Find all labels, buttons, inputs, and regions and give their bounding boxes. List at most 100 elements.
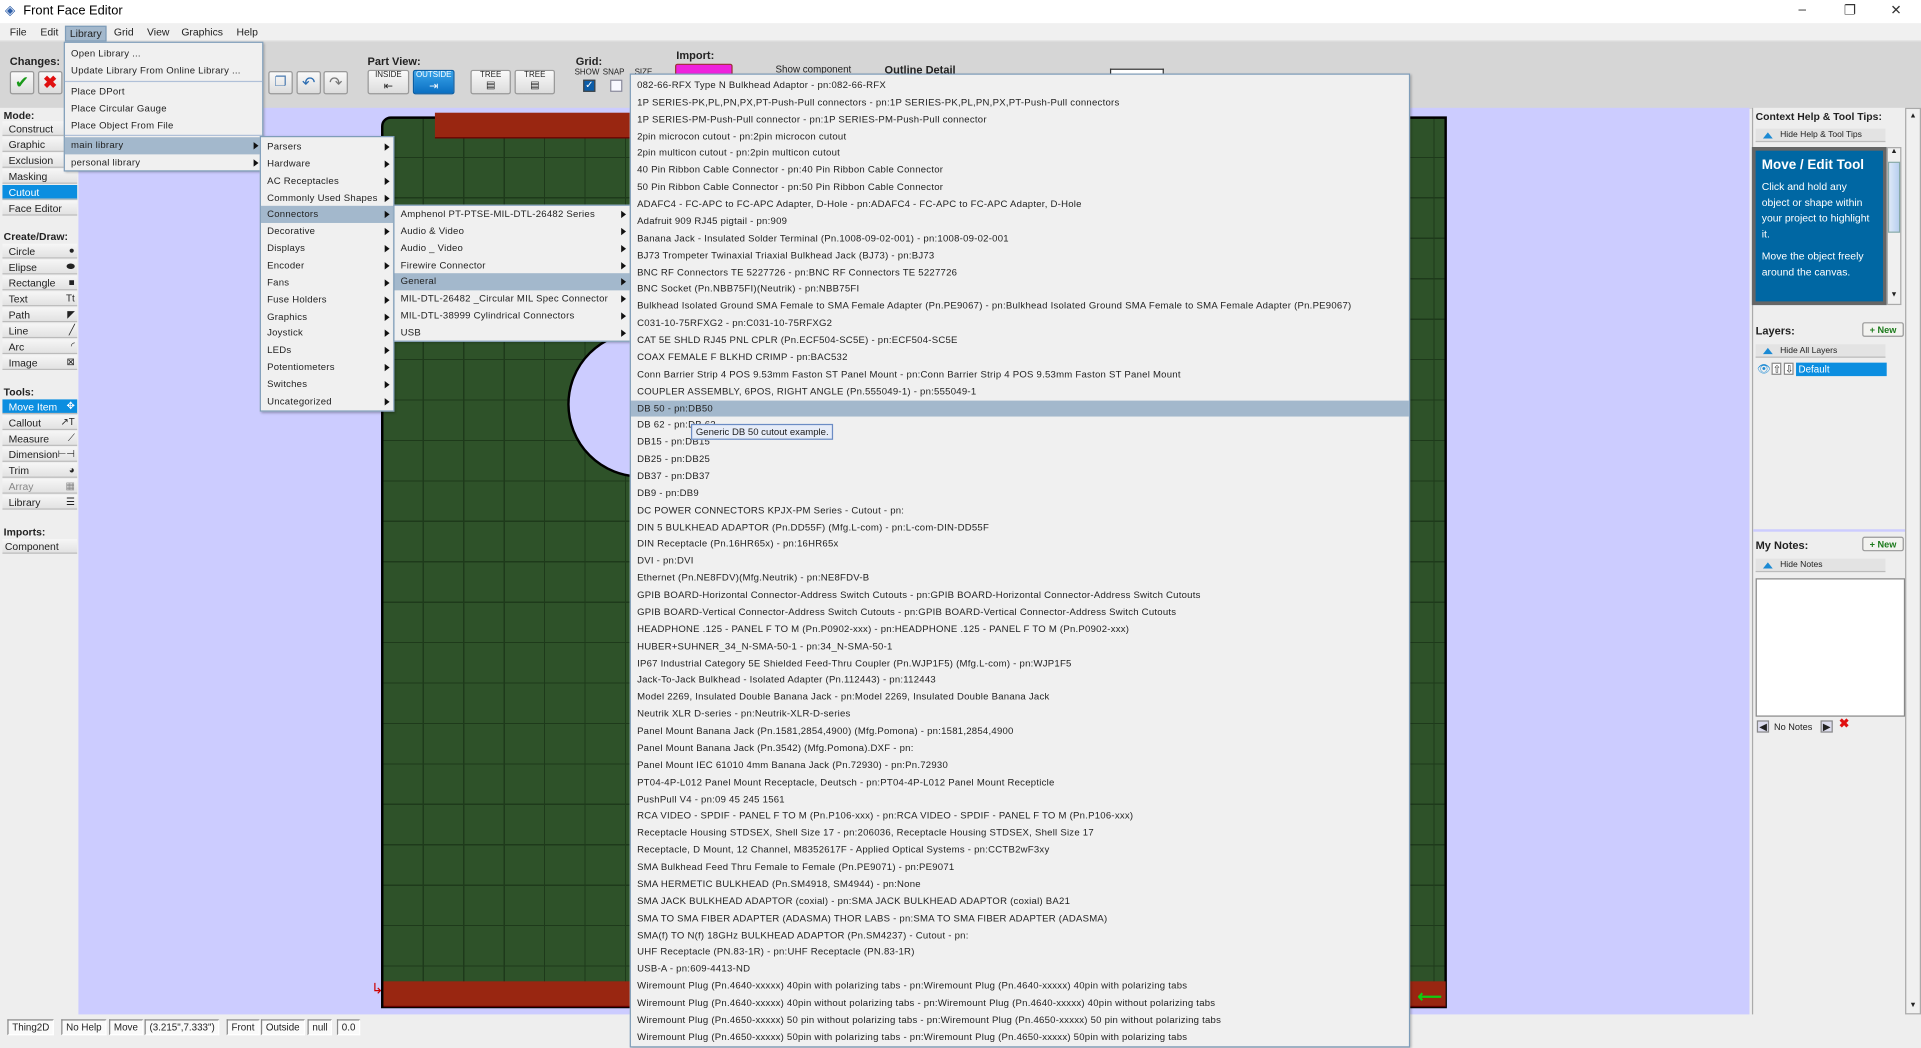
menu-item-bulkhead-isolated-ground-sma-female-to-s[interactable]: Bulkhead Isolated Ground SMA Female to S…: [631, 298, 1409, 315]
menu-item-c031-10-75rfxg2-pn-c031-10-75rfxg2[interactable]: C031-10-75RFXG2 - pn:C031-10-75RFXG2: [631, 315, 1409, 332]
menu-item-sma-to-sma-fiber-adapter-adasma-thor-lab[interactable]: SMA TO SMA FIBER ADAPTER (ADASMA) THOR L…: [631, 910, 1409, 927]
menu-item-din-receptacle-pn-16hr65x-pn-16hr65x[interactable]: DIN Receptacle (Pn.16HR65x) - pn:16HR65x: [631, 536, 1409, 553]
menu-item-gpib-board-vertical-connector-address-sw[interactable]: GPIB BOARD-Vertical Connector-Address Sw…: [631, 604, 1409, 621]
menu-item-hardware[interactable]: Hardware: [261, 155, 393, 172]
scroll-up-icon[interactable]: ▲: [1888, 148, 1900, 160]
menu-item-receptacle-d-mount-12-channel-m8352617f-[interactable]: Receptacle, D Mount, 12 Channel, M835261…: [631, 842, 1409, 859]
tool-callout-button[interactable]: Callout ↗T: [2, 415, 78, 431]
menu-help[interactable]: Help: [233, 26, 262, 42]
menu-item-din-5-bulkhead-adaptor-pn-dd55f-mfg-l-co[interactable]: DIN 5 BULKHEAD ADAPTOR (Pn.DD55F) (Mfg.L…: [631, 519, 1409, 536]
menu-item-parsers[interactable]: Parsers: [261, 138, 393, 155]
draw-elipse-button[interactable]: Elipse ⬬: [2, 259, 78, 275]
hide-layers-toggle[interactable]: Hide All Layers: [1755, 344, 1886, 358]
tool-measure-button[interactable]: Measure ⟋: [2, 431, 78, 446]
menu-item-coax-female-f-blkhd-crimp-pn-bac532[interactable]: COAX FEMALE F BLKHD CRIMP - pn:BAC532: [631, 349, 1409, 366]
menu-item-2pin-microcon-cutout-pn-2pin-microcon-cu[interactable]: 2pin microcon cutout - pn:2pin microcon …: [631, 128, 1409, 145]
menu-item-bj73-trompeter-twinaxial-triaxial-bulkhe[interactable]: BJ73 Trompeter Twinaxial Triaxial Bulkhe…: [631, 247, 1409, 264]
menu-item-sma-jack-bulkhead-adaptor-coxial-pn-sma-[interactable]: SMA JACK BULKHEAD ADAPTOR (coxial) - pn:…: [631, 893, 1409, 910]
draw-image-button[interactable]: Image ⊠: [2, 355, 78, 370]
right-panel-scrollbar[interactable]: ▲ ▼: [1905, 107, 1921, 1015]
menu-item-sma-hermetic-bulkhead-pn-sm4918-sm4944-p[interactable]: SMA HERMETIC BULKHEAD (Pn.SM4918, SM4944…: [631, 876, 1409, 893]
menu-item-2pin-multicon-cutout-pn-2pin-multicon-cu[interactable]: 2pin multicon cutout - pn:2pin multicon …: [631, 145, 1409, 162]
menu-item-encoder[interactable]: Encoder: [261, 257, 393, 274]
menu-item-amphenol-pt-ptse-mil-dtl-26482-series[interactable]: Amphenol PT-PTSE-MIL-DTL-26482 Series: [394, 206, 629, 223]
menu-item-ac-receptacles[interactable]: AC Receptacles: [261, 172, 393, 189]
menu-item-db-50-pn-db50[interactable]: DB 50 - pn:DB50: [630, 400, 1409, 417]
grid-show-checkbox[interactable]: ✓: [583, 79, 596, 92]
scroll-down-icon[interactable]: ▼: [1906, 998, 1919, 1013]
menu-item-switches[interactable]: Switches: [261, 376, 393, 393]
menu-item-decorative[interactable]: Decorative: [261, 223, 393, 240]
menu-item-ip67-industrial-category-5e-shielded-fee[interactable]: IP67 Industrial Category 5E Shielded Fee…: [631, 655, 1409, 672]
menu-item-adafruit-909-rj45-pigtail-pn-909[interactable]: Adafruit 909 RJ45 pigtail - pn:909: [631, 213, 1409, 230]
next-note-button[interactable]: ▶: [1820, 720, 1833, 733]
menu-item-model-2269-insulated-double-banana-jack-[interactable]: Model 2269, Insulated Double Banana Jack…: [631, 689, 1409, 706]
menu-item-potentiometers[interactable]: Potentiometers: [261, 359, 393, 376]
hide-notes-toggle[interactable]: Hide Notes: [1755, 558, 1886, 573]
tool-library-button[interactable]: Library ☰: [2, 494, 78, 510]
menu-item-graphics[interactable]: Graphics: [261, 308, 393, 325]
menu-item-headphone-125-panel-f-to-m-pn-p0902-xxx-[interactable]: HEADPHONE .125 - PANEL F TO M (Pn.P0902-…: [631, 621, 1409, 638]
help-scrollbar[interactable]: ▲ ▼: [1886, 147, 1902, 306]
menu-item-adafc4-fc-apc-to-fc-apc-adapter-d-hole-p[interactable]: ADAFC4 - FC-APC to FC-APC Adapter, D-Hol…: [631, 196, 1409, 213]
menu-item-place-dport[interactable]: Place DPort: [65, 83, 262, 100]
delete-note-button[interactable]: ✖: [1839, 718, 1849, 731]
eye-icon[interactable]: 👁: [1757, 363, 1771, 376]
notes-textarea[interactable]: [1755, 578, 1906, 717]
menu-item-dc-power-connectors-kpjx-pm-series-cutou[interactable]: DC POWER CONNECTORS KPJX-PM Series - Cut…: [631, 502, 1409, 519]
menu-item-connectors[interactable]: Connectors: [260, 206, 394, 224]
minimize-button[interactable]: –: [1798, 2, 1806, 17]
menu-edit[interactable]: Edit: [37, 26, 62, 42]
draw-rectangle-button[interactable]: Rectangle ■: [2, 275, 78, 291]
prev-note-button[interactable]: ◀: [1756, 720, 1770, 733]
scroll-down-icon[interactable]: ▼: [1888, 292, 1900, 304]
menu-item-neutrik-xlr-d-series-pn-neutrik-xlr-d-se[interactable]: Neutrik XLR D-series - pn:Neutrik-XLR-D-…: [631, 706, 1409, 723]
menu-view[interactable]: View: [143, 26, 173, 42]
menu-item-fuse-holders[interactable]: Fuse Holders: [261, 291, 393, 308]
menu-item-wiremount-plug-pn-4650-xxxxx-50-pin-with[interactable]: Wiremount Plug (Pn.4650-xxxxx) 50 pin wi…: [631, 1012, 1409, 1029]
menu-item-audio-video[interactable]: Audio _ Video: [394, 240, 629, 257]
menu-item-082-66-rfx-type-n-bulkhead-adaptor-pn-08[interactable]: 082-66-RFX Type N Bulkhead Adaptor - pn:…: [631, 77, 1409, 94]
layer-down-icon[interactable]: ⇩: [1783, 362, 1794, 375]
menu-item-commonly-used-shapes[interactable]: Commonly Used Shapes: [261, 189, 393, 206]
maximize-button[interactable]: ❐: [1844, 2, 1856, 19]
menu-item-panel-mount-banana-jack-pn-1581-2854-490[interactable]: Panel Mount Banana Jack (Pn.1581,2854,49…: [631, 723, 1409, 740]
copy-button[interactable]: ❐: [268, 71, 293, 95]
menu-item-cat-5e-shld-rj45-pnl-cplr-pn-ecf504-sc5e[interactable]: CAT 5E SHLD RJ45 PNL CPLR (Pn.ECF504-SC5…: [631, 332, 1409, 349]
menu-item-receptacle-housing-stdsex-shell-size-17-[interactable]: Receptacle Housing STDSEX, Shell Size 17…: [631, 825, 1409, 842]
menu-item-banana-jack-insulated-solder-terminal-pn[interactable]: Banana Jack - Insulated Solder Terminal …: [631, 230, 1409, 247]
menu-item-mil-dtl-38999-cylindrical-connectors[interactable]: MIL-DTL-38999 Cylindrical Connectors: [394, 308, 629, 325]
close-button[interactable]: ✕: [1890, 2, 1901, 19]
menu-item-huber-suhner-34-n-sma-50-1-pn-34-n-sma-5[interactable]: HUBER+SUHNER_34_N-SMA-50-1 - pn:34_N-SMA…: [631, 638, 1409, 655]
menu-item-rca-video-spdif-panel-f-to-m-pn-p106-xxx[interactable]: RCA VIDEO - SPDIF - PANEL F TO M (Pn.P10…: [631, 808, 1409, 825]
menu-item-usb-a-pn-609-4413-nd[interactable]: USB-A - pn:609-4413-ND: [631, 961, 1409, 978]
menu-item-main-library[interactable]: main library: [64, 137, 263, 155]
menu-file[interactable]: File: [6, 26, 30, 42]
tree-button-2[interactable]: TREE ▤: [514, 69, 555, 95]
menu-item-wiremount-plug-pn-4650-xxxxx-50pin-with-[interactable]: Wiremount Plug (Pn.4650-xxxxx) 50pin wit…: [631, 1029, 1409, 1046]
red-cutout-bottom[interactable]: [383, 981, 631, 1008]
menu-item-wiremount-plug-pn-4640-xxxxx-40pin-with-[interactable]: Wiremount Plug (Pn.4640-xxxxx) 40pin wit…: [631, 978, 1409, 995]
menu-item-uncategorized[interactable]: Uncategorized: [261, 393, 393, 410]
menu-item-update-library-from-online-library[interactable]: Update Library From Online Library ...: [65, 62, 262, 79]
menu-item-place-circular-gauge[interactable]: Place Circular Gauge: [65, 100, 262, 117]
menu-item-dvi-pn-dvi[interactable]: DVI - pn:DVI: [631, 553, 1409, 570]
menu-item-audio-video[interactable]: Audio & Video: [394, 223, 629, 240]
menu-item-jack-to-jack-bulkhead-isolated-adapter-p[interactable]: Jack-To-Jack Bulkhead - Isolated Adapter…: [631, 672, 1409, 689]
draw-line-button[interactable]: Line ╱: [2, 323, 78, 339]
draw-text-button[interactable]: Text Tt: [2, 291, 78, 307]
mode-cutout-button[interactable]: Cutout: [2, 184, 78, 200]
menu-item-leds[interactable]: LEDs: [261, 342, 393, 359]
new-layer-button[interactable]: + New: [1862, 322, 1904, 337]
menu-item-db25-pn-db25[interactable]: DB25 - pn:DB25: [631, 451, 1409, 468]
menu-item-panel-mount-banana-jack-pn-3542-mfg-pomo[interactable]: Panel Mount Banana Jack (Pn.3542) (Mfg.P…: [631, 740, 1409, 757]
tool-dimension-button[interactable]: Dimension ⊢⊣: [2, 447, 78, 462]
menu-item-joystick[interactable]: Joystick: [261, 325, 393, 342]
menu-item-db9-pn-db9[interactable]: DB9 - pn:DB9: [631, 485, 1409, 502]
reject-changes-button[interactable]: ✖: [37, 71, 63, 95]
tool-array-button[interactable]: Array ▦: [2, 479, 78, 494]
draw-arc-button[interactable]: Arc ◜: [2, 339, 78, 355]
menu-item-sma-bulkhead-feed-thru-female-to-female-[interactable]: SMA Bulkhead Feed Thru Female to Female …: [631, 859, 1409, 876]
menu-item-personal-library[interactable]: personal library: [65, 154, 262, 171]
menu-item-conn-barrier-strip-4-pos-9-53mm-faston-s[interactable]: Conn Barrier Strip 4 POS 9.53mm Faston S…: [631, 366, 1409, 383]
